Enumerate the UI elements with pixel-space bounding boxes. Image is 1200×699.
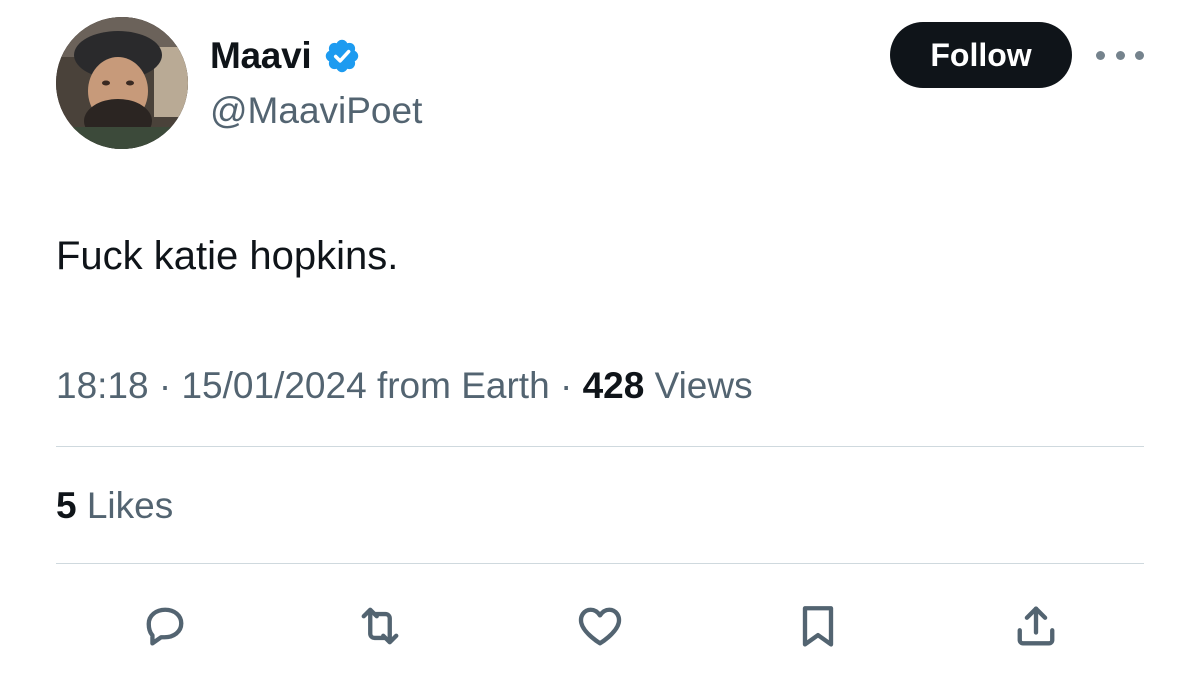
- likes-label: Likes: [76, 485, 174, 526]
- share-button[interactable]: [1006, 596, 1066, 656]
- avatar-photo: [56, 17, 188, 149]
- bookmark-icon: [802, 606, 834, 647]
- tweet-date[interactable]: 15/01/2024: [181, 365, 366, 406]
- bookmark-button[interactable]: [788, 596, 848, 656]
- reply-button[interactable]: [135, 596, 195, 656]
- likes-count: 5: [56, 485, 77, 526]
- tweet-location: from Earth: [366, 365, 550, 406]
- more-dot: [1096, 50, 1105, 60]
- meta-separator: ·: [148, 365, 182, 406]
- meta-separator: ·: [549, 365, 583, 406]
- retweet-icon: [361, 607, 399, 645]
- author-handle[interactable]: @MaaviPoet: [210, 86, 422, 136]
- tweet-meta: 18:18 · 15/01/2024 from Earth · 428 View…: [56, 360, 753, 412]
- like-icon: [578, 607, 622, 646]
- like-button[interactable]: [570, 596, 630, 656]
- views-count: 428: [582, 365, 645, 406]
- share-icon: [1017, 606, 1055, 646]
- views-label: Views: [644, 365, 753, 406]
- more-dot: [1135, 50, 1144, 60]
- more-dot: [1115, 50, 1125, 60]
- retweet-button[interactable]: [350, 596, 410, 656]
- follow-button[interactable]: Follow: [890, 22, 1072, 88]
- verified-badge-icon: [326, 39, 359, 73]
- author-display-name[interactable]: Maavi: [210, 34, 312, 78]
- divider: [56, 563, 1144, 564]
- likes-stat[interactable]: 5 Likes: [56, 480, 173, 532]
- avatar[interactable]: [56, 17, 188, 149]
- tweet-time[interactable]: 18:18: [56, 365, 149, 406]
- more-horizontal-icon[interactable]: [1096, 44, 1144, 66]
- tweet-text: Fuck katie hopkins.: [56, 234, 399, 278]
- author-name-row[interactable]: Maavi: [210, 34, 361, 78]
- reply-icon: [146, 607, 184, 646]
- divider: [56, 446, 1144, 447]
- action-bar: [0, 596, 1200, 656]
